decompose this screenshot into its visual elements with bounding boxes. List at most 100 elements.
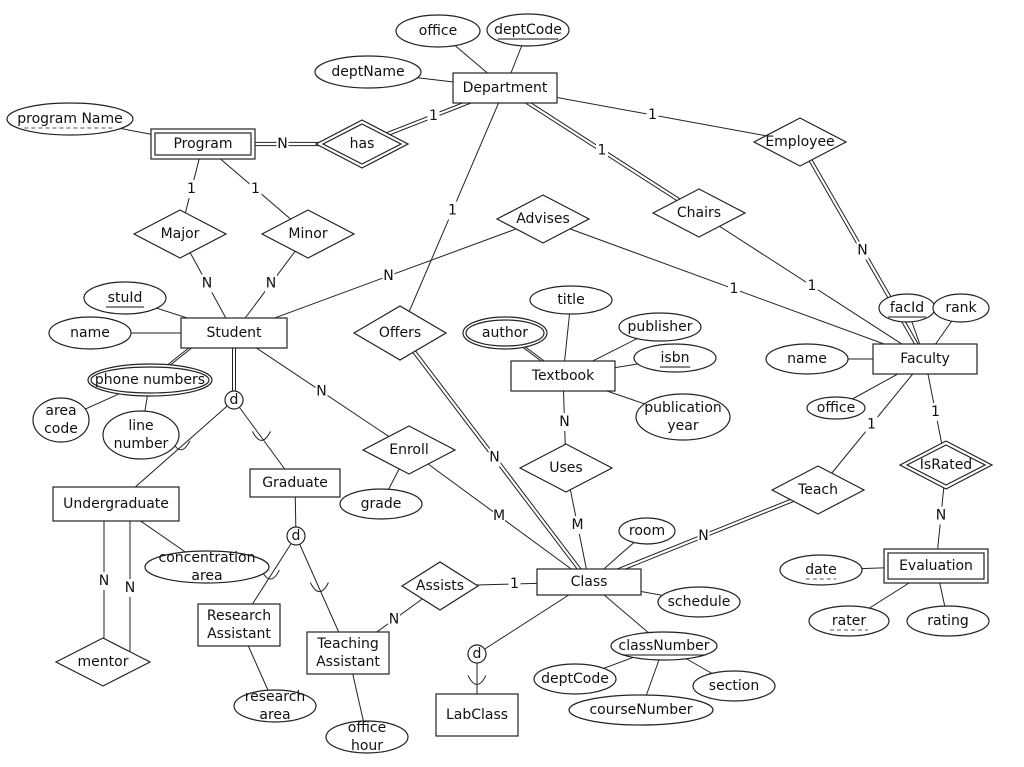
cardinality-label: N (266, 276, 276, 292)
cardinality-label: N (857, 243, 867, 259)
relationship-label: Minor (288, 226, 327, 242)
entity-teaching-assistant[interactable]: Teaching Assistant (306, 631, 390, 675)
attribute-course-number[interactable]: courseNumber (568, 694, 714, 726)
attribute-concentration-area[interactable]: concentration area (144, 550, 270, 584)
attribute-publisher[interactable]: publisher (618, 312, 702, 342)
attribute-section[interactable]: section (692, 670, 776, 702)
entity-evaluation[interactable]: Evaluation (883, 548, 989, 584)
cardinality-label: N (559, 414, 569, 430)
attribute-rank[interactable]: rank (932, 293, 990, 323)
attribute-fac-office[interactable]: office (806, 396, 866, 420)
entity-label: Undergraduate (63, 496, 169, 512)
entity-faculty[interactable]: Faculty (872, 343, 978, 375)
attribute-research-area[interactable]: research area (233, 689, 317, 723)
entity-department[interactable]: Department (452, 72, 558, 104)
cardinality-label: 1 (730, 281, 739, 297)
relationship-israted[interactable]: IsRated (898, 440, 994, 490)
cardinality-label: N (125, 580, 135, 596)
relationship-enroll[interactable]: Enroll (361, 425, 457, 475)
relationship-offers[interactable]: Offers (352, 305, 448, 361)
relationship-uses[interactable]: Uses (518, 443, 614, 493)
attribute-label: date (805, 562, 837, 578)
attribute-stu-name[interactable]: name (48, 316, 132, 350)
attribute-title[interactable]: title (529, 285, 613, 315)
attribute-stu-id[interactable]: stuId (83, 281, 167, 315)
relationship-mentor[interactable]: mentor (54, 637, 152, 687)
relationship-label: Offers (379, 325, 421, 341)
relationship-employee[interactable]: Employee (752, 117, 848, 167)
attribute-label: section (709, 678, 759, 694)
attribute-label: classNumber (619, 638, 710, 654)
entity-student[interactable]: Student (180, 317, 288, 349)
attribute-label: deptCode (494, 22, 562, 38)
relationship-chairs[interactable]: Chairs (651, 188, 747, 238)
relationship-label: Major (161, 226, 200, 242)
attribute-area-code[interactable]: area code (32, 397, 90, 443)
attribute-grade[interactable]: grade (339, 488, 423, 520)
attribute-label: rating (927, 613, 968, 629)
subset-arc (252, 431, 271, 441)
attribute-label: deptCode (541, 671, 609, 687)
attribute-label: grade (361, 496, 402, 512)
relationship-advises[interactable]: Advises (495, 194, 591, 244)
entity-undergraduate[interactable]: Undergraduate (52, 486, 180, 522)
attribute-class-number[interactable]: classNumber (610, 631, 718, 661)
cardinality-label: 1 (429, 108, 438, 124)
entity-label: Department (463, 80, 548, 96)
attribute-label: room (629, 523, 665, 539)
entity-label: Class (571, 574, 608, 590)
relationship-teach[interactable]: Teach (770, 465, 866, 515)
entity-label: LabClass (446, 707, 508, 723)
attribute-program-name[interactable]: program Name (6, 102, 134, 136)
cardinality-label: 1 (448, 203, 457, 219)
attribute-cn-dept-code[interactable]: deptCode (533, 663, 617, 695)
attribute-office-hour[interactable]: office hour (325, 720, 409, 754)
relationship-label: has (350, 136, 375, 152)
relationship-has[interactable]: has (314, 119, 410, 169)
relationship-label: Advises (516, 211, 570, 227)
relationship-assists[interactable]: Assists (400, 561, 480, 611)
entity-graduate[interactable]: Graduate (249, 468, 341, 498)
attribute-room[interactable]: room (618, 517, 676, 545)
attribute-phone-numbers[interactable]: phone numbers (87, 363, 213, 397)
attribute-dept-office[interactable]: office (395, 14, 481, 48)
entity-class[interactable]: Class (536, 568, 642, 596)
attribute-rating[interactable]: rating (906, 605, 990, 637)
attribute-schedule[interactable]: schedule (657, 586, 741, 618)
mentor-link: N (98, 521, 110, 638)
attribute-dept-name[interactable]: deptName (314, 55, 422, 89)
relationship-label: mentor (78, 654, 129, 670)
attribute-line-number[interactable]: line number (102, 410, 180, 460)
attribute-rater[interactable]: rater (808, 605, 890, 637)
attribute-isbn[interactable]: isbn (633, 343, 717, 373)
cardinality-label: N (277, 136, 287, 152)
attribute-label: name (787, 351, 827, 367)
relationship-label: Assists (416, 578, 464, 594)
attribute-date[interactable]: date (779, 554, 863, 586)
entity-labclass[interactable]: LabClass (435, 693, 519, 737)
cardinality-label: N (489, 450, 499, 466)
relationship-link-teach-faculty: 1 (817, 358, 926, 491)
attribute-fac-id[interactable]: facId (878, 293, 936, 323)
entity-research-assistant[interactable]: Research Assistant (197, 603, 281, 647)
cardinality-label: N (316, 384, 326, 400)
entity-textbook[interactable]: Textbook (510, 360, 616, 392)
attribute-label: courseNumber (589, 702, 692, 718)
attribute-fac-name[interactable]: name (765, 343, 849, 375)
attribute-pub-year[interactable]: publication year (635, 393, 731, 441)
relationship-minor[interactable]: Minor (260, 209, 356, 259)
disjoint-symbol: d (473, 646, 482, 662)
relationship-label: Teach (797, 482, 838, 498)
cardinality-label: 1 (187, 181, 196, 197)
relationship-link-employee-faculty: N (798, 140, 927, 361)
cardinality-label: 1 (648, 107, 657, 123)
attribute-label: program Name (17, 111, 123, 127)
entity-program[interactable]: Program (150, 128, 256, 160)
attribute-label: phone numbers (95, 372, 205, 388)
relationship-major[interactable]: Major (132, 209, 228, 259)
attribute-author[interactable]: author (462, 316, 548, 350)
cardinality-label: 1 (931, 404, 940, 420)
attribute-dept-code[interactable]: deptCode (486, 13, 570, 47)
relationship-label: Uses (549, 460, 582, 476)
er-diagram: N1 1N111N1N N11NNMNMN11N1NN Nddd Department… (6, 13, 994, 754)
